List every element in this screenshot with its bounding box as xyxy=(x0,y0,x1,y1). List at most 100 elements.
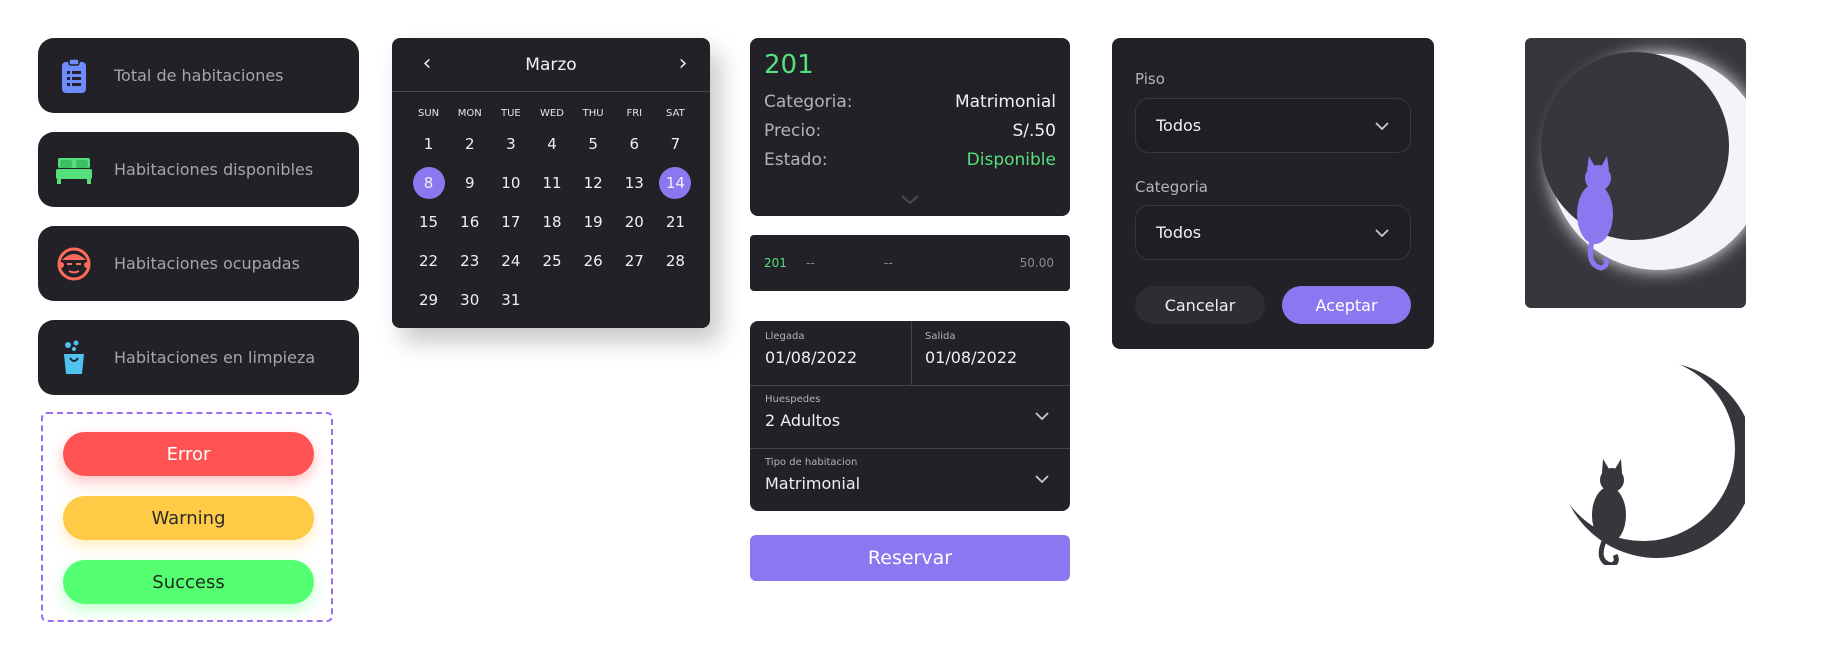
accept-button[interactable]: Aceptar xyxy=(1282,286,1411,324)
departure-date-field[interactable]: Salida 01/08/2022 xyxy=(925,331,1017,367)
cancel-button[interactable]: Cancelar xyxy=(1135,286,1265,324)
calendar-day[interactable]: 3 xyxy=(490,128,531,160)
calendar-week-row: 22 23 24 25 26 27 28 xyxy=(408,241,696,280)
weekday-label: FRI xyxy=(626,107,643,119)
calendar-day-number: 30 xyxy=(460,290,480,309)
calendar-day[interactable]: 17 xyxy=(490,206,531,238)
calendar-day[interactable]: 24 xyxy=(490,245,531,277)
divider xyxy=(750,448,1070,449)
calendar-day-number: 28 xyxy=(665,251,685,270)
calendar-week-row: 1 2 3 4 5 6 7 xyxy=(408,124,696,163)
calendar-day[interactable]: 16 xyxy=(449,206,490,238)
category-select[interactable]: Todos xyxy=(1135,205,1411,260)
calendar-day[interactable]: 11 xyxy=(531,167,572,199)
guests-select[interactable]: Huespedes 2 Adultos xyxy=(765,394,840,430)
warning-button[interactable]: Warning xyxy=(63,496,314,540)
stat-card-occupied[interactable]: Habitaciones ocupadas xyxy=(38,226,359,301)
error-button[interactable]: Error xyxy=(63,432,314,476)
calendar-day[interactable]: 5 xyxy=(573,128,614,160)
calendar-week-row: 29 30 31 xyxy=(408,280,696,319)
ui-kit-canvas: Total de habitaciones Habitaciones dispo… xyxy=(0,0,1833,655)
calendar-day[interactable]: 31 xyxy=(490,284,531,316)
floor-select[interactable]: Todos xyxy=(1135,98,1411,153)
calendar-day[interactable]: 19 xyxy=(573,206,614,238)
calendar-day[interactable]: 6 xyxy=(614,128,655,160)
arrival-value: 01/08/2022 xyxy=(765,348,858,367)
calendar-day[interactable]: 15 xyxy=(408,206,449,238)
reserve-button[interactable]: Reservar xyxy=(750,535,1070,581)
stat-label: Total de habitaciones xyxy=(114,66,284,85)
calendar-day[interactable]: 22 xyxy=(408,245,449,277)
calendar-day-selected[interactable]: 8 xyxy=(408,166,449,199)
stat-card-total[interactable]: Total de habitaciones xyxy=(38,38,359,113)
calendar-day[interactable]: 12 xyxy=(573,167,614,199)
calendar-day[interactable]: 10 xyxy=(490,167,531,199)
calendar-week-row: 15 16 17 18 19 20 21 xyxy=(408,202,696,241)
calendar-day-number: 15 xyxy=(419,212,439,231)
cleaning-bucket-icon xyxy=(54,338,94,378)
calendar-day-number: 23 xyxy=(460,251,480,270)
status-buttons-group: Error Warning Success xyxy=(41,412,333,622)
room-list-row[interactable]: 201 -- -- 50.00 xyxy=(750,235,1070,291)
calendar-weeks: 1 2 3 4 5 6 7 8 9 10 11 12 13 14 15 16 17 18 19 20 21 22 23 24 2… xyxy=(408,124,696,319)
floor-label: Piso xyxy=(1135,70,1165,88)
room-number: 201 xyxy=(764,50,814,80)
calendar-day-number: 14 xyxy=(665,173,685,192)
weekday-label: TUE xyxy=(500,107,521,119)
calendar-day-empty xyxy=(655,284,696,316)
occupied-face-icon xyxy=(54,244,94,284)
calendar-day[interactable]: 27 xyxy=(614,245,655,277)
calendar-day[interactable]: 29 xyxy=(408,284,449,316)
room-type-select[interactable]: Tipo de habitacion Matrimonial xyxy=(765,457,860,493)
calendar-day-number: 20 xyxy=(624,212,644,231)
calendar-day-number: 5 xyxy=(588,134,598,153)
calendar-day-number: 6 xyxy=(629,134,640,153)
calendar-day-number: 8 xyxy=(423,173,434,192)
calendar-day[interactable]: 23 xyxy=(449,245,490,277)
room-strip-price: 50.00 xyxy=(1019,256,1054,270)
room-detail-card[interactable]: 201 Categoria: Matrimonial Precio: S/.50… xyxy=(750,38,1070,216)
booking-form: Llegada 01/08/2022 Salida 01/08/2022 Hue… xyxy=(750,321,1070,511)
room-type-value: Matrimonial xyxy=(765,474,861,493)
chevron-left-icon[interactable]: ‹ xyxy=(414,52,440,78)
success-button[interactable]: Success xyxy=(63,560,314,604)
stat-card-available[interactable]: Habitaciones disponibles xyxy=(38,132,359,207)
calendar-day-selected[interactable]: 14 xyxy=(655,166,696,199)
calendar-day[interactable]: 21 xyxy=(655,206,696,238)
calendar-day[interactable]: 25 xyxy=(531,245,572,277)
weekday-label: WED xyxy=(540,107,564,119)
stat-label: Habitaciones en limpieza xyxy=(114,348,316,367)
calendar-day-number: 2 xyxy=(464,134,475,153)
chevron-down-icon[interactable] xyxy=(1034,471,1050,487)
calendar-day[interactable]: 2 xyxy=(449,128,490,160)
weekday-row: SUN MON TUE WED THU FRI SAT xyxy=(408,102,696,124)
calendar-day-number: 25 xyxy=(542,251,562,270)
calendar-day-number: 7 xyxy=(670,134,681,153)
calendar-day[interactable]: 9 xyxy=(449,167,490,199)
floor-value: Todos xyxy=(1156,116,1202,135)
weekday-label: SUN xyxy=(417,107,440,119)
calendar-day[interactable]: 4 xyxy=(531,128,572,160)
calendar-day-number: 16 xyxy=(460,212,480,231)
calendar-day[interactable]: 7 xyxy=(655,128,696,160)
calendar-day[interactable]: 1 xyxy=(408,128,449,160)
calendar-day-number: 11 xyxy=(542,173,562,192)
chevron-down-icon xyxy=(1374,225,1390,241)
calendar-day[interactable]: 13 xyxy=(614,167,655,199)
calendar-header: ‹ Marzo › xyxy=(392,38,710,92)
chevron-down-icon[interactable] xyxy=(1034,408,1050,424)
stat-card-cleaning[interactable]: Habitaciones en limpieza xyxy=(38,320,359,395)
calendar: ‹ Marzo › SUN MON TUE WED THU FRI SAT 12… xyxy=(392,38,710,328)
calendar-day[interactable]: 30 xyxy=(449,284,490,316)
calendar-day[interactable]: 26 xyxy=(573,245,614,277)
calendar-day[interactable]: 18 xyxy=(531,206,572,238)
room-strip-field: -- xyxy=(884,256,893,270)
arrival-date-field[interactable]: Llegada 01/08/2022 xyxy=(765,331,857,367)
calendar-day-number: 9 xyxy=(464,173,475,192)
calendar-day-number: 17 xyxy=(501,212,521,231)
weekday-label: SAT xyxy=(666,107,685,119)
calendar-day[interactable]: 28 xyxy=(655,245,696,277)
chevron-right-icon[interactable]: › xyxy=(670,52,696,78)
chevron-down-icon[interactable] xyxy=(900,191,920,210)
calendar-day[interactable]: 20 xyxy=(614,206,655,238)
